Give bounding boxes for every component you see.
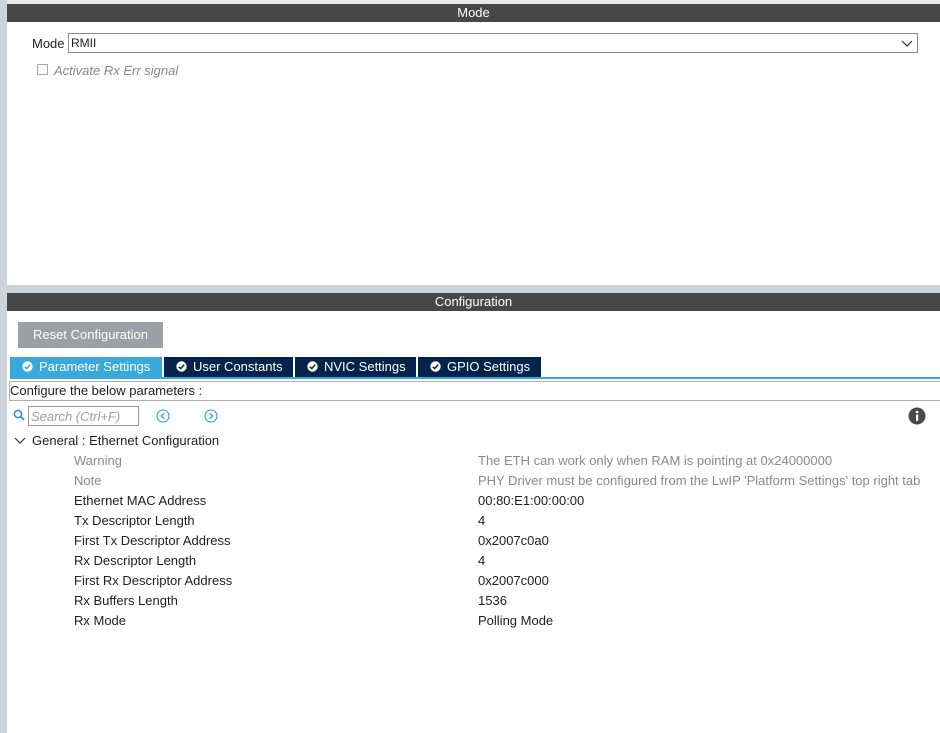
chevron-down-icon bbox=[14, 437, 26, 444]
param-row-rx-buffers-length[interactable]: Rx Buffers Length 1536 bbox=[74, 593, 934, 613]
chevron-right-circle-icon[interactable] bbox=[204, 409, 218, 423]
mode-panel-header: Mode bbox=[7, 4, 940, 22]
configuration-panel-header: Configuration bbox=[7, 293, 940, 311]
param-name: First Tx Descriptor Address bbox=[74, 533, 231, 548]
param-name: Warning bbox=[74, 453, 122, 468]
check-circle-icon bbox=[430, 361, 441, 372]
info-icon[interactable] bbox=[908, 407, 926, 425]
search-icon bbox=[13, 409, 25, 421]
tab-user-constants[interactable]: User Constants bbox=[164, 357, 293, 377]
param-value[interactable]: Polling Mode bbox=[478, 613, 553, 628]
tab-nvic-settings[interactable]: NVIC Settings bbox=[295, 357, 416, 377]
param-name: Note bbox=[74, 473, 102, 488]
tab-gpio-settings[interactable]: GPIO Settings bbox=[418, 357, 541, 377]
param-row-first-rx-descriptor-address[interactable]: First Rx Descriptor Address 0x2007c000 bbox=[74, 573, 934, 593]
param-name: First Rx Descriptor Address bbox=[74, 573, 233, 588]
rx-err-checkbox[interactable] bbox=[37, 64, 48, 75]
check-circle-icon bbox=[22, 361, 33, 372]
panel-divider[interactable] bbox=[7, 285, 940, 293]
tab-label: User Constants bbox=[193, 359, 283, 374]
group-title: General : Ethernet Configuration bbox=[32, 433, 220, 448]
reset-configuration-button[interactable]: Reset Configuration bbox=[18, 322, 163, 348]
param-row-warning: Warning The ETH can work only when RAM i… bbox=[74, 453, 934, 473]
rx-err-label: Activate Rx Err signal bbox=[54, 63, 179, 78]
param-value[interactable]: 0x2007c0a0 bbox=[478, 533, 549, 548]
param-name: Rx Descriptor Length bbox=[74, 553, 197, 568]
tab-parameter-settings[interactable]: Parameter Settings bbox=[10, 357, 162, 377]
param-row-rx-mode[interactable]: Rx Mode Polling Mode bbox=[74, 613, 934, 633]
param-row-note: Note PHY Driver must be configured from … bbox=[74, 473, 934, 493]
param-value[interactable]: 4 bbox=[478, 553, 485, 568]
param-value[interactable]: 0x2007c000 bbox=[478, 573, 549, 588]
configure-hint-text: Configure the below parameters : bbox=[10, 383, 203, 398]
param-row-tx-descriptor-length[interactable]: Tx Descriptor Length 4 bbox=[74, 513, 934, 533]
param-name: Rx Mode bbox=[74, 613, 127, 628]
tab-label: Parameter Settings bbox=[39, 359, 151, 374]
check-circle-icon bbox=[176, 361, 187, 372]
check-circle-icon bbox=[307, 361, 318, 372]
search-input[interactable] bbox=[28, 406, 139, 426]
tab-underline bbox=[10, 377, 940, 379]
param-name: Tx Descriptor Length bbox=[74, 513, 195, 528]
mode-select[interactable]: RMII bbox=[68, 33, 918, 53]
param-name: Rx Buffers Length bbox=[74, 593, 178, 608]
chevron-left-circle-icon[interactable] bbox=[156, 409, 170, 423]
param-value[interactable]: 1536 bbox=[478, 593, 507, 608]
chevron-down-icon bbox=[901, 40, 913, 47]
param-row-rx-descriptor-length[interactable]: Rx Descriptor Length 4 bbox=[74, 553, 934, 573]
param-value[interactable]: 00:80:E1:00:00:00 bbox=[478, 493, 584, 508]
param-value: PHY Driver must be configured from the L… bbox=[478, 473, 921, 488]
mode-select-value: RMII bbox=[71, 36, 97, 50]
tab-label: NVIC Settings bbox=[324, 359, 406, 374]
param-row-mac-address[interactable]: Ethernet MAC Address 00:80:E1:00:00:00 bbox=[74, 493, 934, 513]
mode-label: Mode bbox=[32, 36, 65, 51]
param-value: The ETH can work only when RAM is pointi… bbox=[478, 453, 833, 468]
param-name: Ethernet MAC Address bbox=[74, 493, 207, 508]
tab-label: GPIO Settings bbox=[447, 359, 531, 374]
param-row-first-tx-descriptor-address[interactable]: First Tx Descriptor Address 0x2007c0a0 bbox=[74, 533, 934, 553]
param-value[interactable]: 4 bbox=[478, 513, 485, 528]
left-gutter bbox=[0, 0, 7, 733]
